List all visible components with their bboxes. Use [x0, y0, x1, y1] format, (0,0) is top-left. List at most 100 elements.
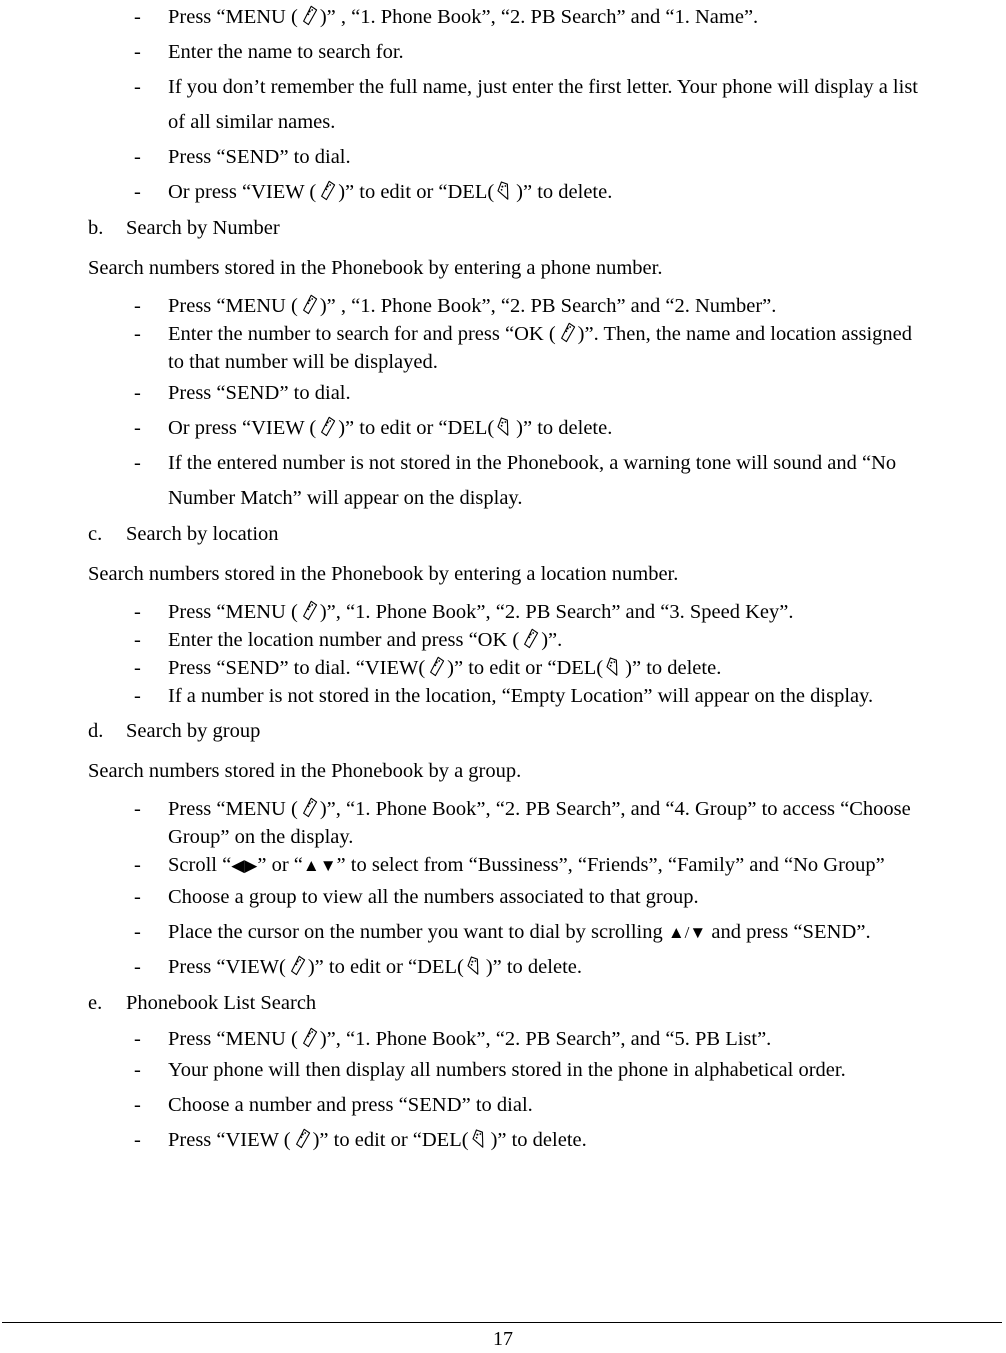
up-down-arrows-icon: ▲▼: [302, 856, 337, 875]
list-item-label: Press “MENU ( )” , “1. Phone Book”, “2. P…: [168, 0, 928, 35]
text-fragment: Or press “VIEW (: [168, 181, 317, 203]
send-key-label: SEND: [407, 1094, 462, 1116]
list-item-label: Press “VIEW ( )” to edit or “DEL( )” to de…: [168, 1123, 928, 1158]
text-fragment: )”.: [541, 629, 563, 651]
text-fragment: Press “MENU (: [168, 1028, 298, 1050]
list-item: - Choose a group to view all the numbers…: [88, 880, 928, 915]
menu-key-icon: [299, 1027, 319, 1051]
del-key-icon: [495, 416, 515, 440]
page-number: 17: [493, 1328, 513, 1350]
send-key-label: SEND: [225, 382, 280, 404]
list-bullet: -: [134, 6, 141, 28]
list-item-label: Choose a group to view all the numbers a…: [168, 886, 699, 908]
list-item: - Your phone will then display all numbe…: [88, 1053, 928, 1088]
text-fragment: )” , “1. Phone Book”, “2. PB Search” and…: [319, 6, 759, 28]
list-item: - If a number is not stored in the locat…: [88, 682, 928, 710]
list-item: - Press “MENU ()”, “1. Phone Book”, “2. …: [88, 598, 928, 626]
view-key-icon: [426, 656, 446, 680]
left-right-arrows-icon: ◀▶: [231, 856, 258, 875]
text-fragment: Press “MENU (: [168, 6, 298, 28]
text-fragment: Press “VIEW (: [168, 1129, 291, 1151]
del-key-icon: [470, 1128, 490, 1152]
text-fragment: )” to delete.: [625, 657, 722, 679]
text-fragment: )” to edit or “DEL(: [307, 956, 464, 978]
list-item: - Scroll “◀▶” or “▲▼” to select from “Bu…: [88, 851, 928, 880]
section-heading-c: c. Search by location: [88, 519, 928, 550]
send-key-label: SEND: [225, 657, 280, 679]
list-bullet: -: [134, 76, 141, 98]
text-fragment: )” to edit or “DEL(: [447, 657, 604, 679]
list-item: - Press “MENU ( )”, “1. Phone Book”, “2. …: [88, 1025, 928, 1053]
view-key-icon: [317, 416, 337, 440]
list-item: - Or press “VIEW ()” to edit or “DEL()” …: [88, 175, 928, 210]
section-title: Search by group: [126, 720, 261, 742]
page-content: - Press “MENU ( )” , “1. Phone Book”, “2.…: [88, 0, 928, 1158]
text-fragment: Choose a number and press “: [168, 1094, 408, 1116]
list-item-label: Press “SEND” to dial.: [168, 140, 928, 175]
text-fragment: ”.: [856, 921, 871, 943]
text-fragment: Enter the number to search for and press…: [168, 323, 556, 345]
menu-key-icon: [299, 294, 319, 318]
del-key-icon: [604, 656, 624, 680]
text-fragment: Press “: [168, 382, 226, 404]
list-item: - Press “MENU ()”, “1. Phone Book”, “2. …: [88, 795, 928, 851]
list-bullet: -: [134, 798, 141, 820]
list-item-label: If a number is not stored in the locatio…: [168, 685, 874, 707]
list-bullet: -: [134, 41, 141, 63]
list-item: - Press “SEND” to dial.: [88, 140, 928, 175]
list-item: - Choose a number and press “SEND” to di…: [88, 1088, 928, 1123]
section-letter: c.: [88, 523, 103, 545]
list-item-label: Press “MENU ()” , “1. Phone Book”, “2. P…: [168, 292, 928, 320]
list-bullet: -: [134, 1028, 141, 1050]
send-key-label: SEND: [802, 921, 857, 943]
section-letter: d.: [88, 720, 104, 742]
text-fragment: )” to delete.: [516, 181, 613, 203]
list-item: - If the entered number is not stored in…: [88, 446, 928, 516]
list-item-label: Choose a number and press “SEND” to dial…: [168, 1088, 928, 1123]
list-item-label: Press “VIEW()” to edit or “DEL()” to del…: [168, 950, 928, 985]
text-fragment: )” to delete.: [485, 956, 582, 978]
section-letter: e.: [88, 992, 103, 1014]
section-title: Phonebook List Search: [126, 992, 317, 1014]
list-item-label: Press “MENU ( )”, “1. Phone Book”, “2. PB…: [168, 1025, 928, 1053]
list-item: - Press “VIEW()” to edit or “DEL()” to d…: [88, 950, 928, 985]
list-bullet: -: [134, 921, 141, 943]
section-intro: Search numbers stored in the Phonebook b…: [88, 563, 679, 585]
ok-key-icon: [520, 628, 540, 652]
section-letter: b.: [88, 217, 104, 239]
manual-page: - Press “MENU ( )” , “1. Phone Book”, “2.…: [0, 0, 1006, 1353]
text-fragment: Enter the location number and press “OK …: [168, 629, 520, 651]
list-item: - Enter the name to search for.: [88, 35, 928, 70]
text-fragment: Scroll “: [168, 854, 232, 876]
list-item-label: If you don’t remember the full name, jus…: [168, 76, 919, 133]
text-fragment: )” to edit or “DEL(: [312, 1129, 469, 1151]
text-fragment: )” to delete.: [490, 1129, 587, 1151]
text-fragment: ” or “: [257, 854, 303, 876]
list-item: - Enter the location number and press “O…: [88, 626, 928, 654]
text-fragment: Press “MENU (: [168, 601, 298, 623]
section-title: Search by location: [126, 523, 279, 545]
list-item-label: Press “SEND” to dial.: [168, 376, 928, 411]
list-item: - Press “SEND” to dial.: [88, 376, 928, 411]
list-item-label: Press “MENU ()”, “1. Phone Book”, “2. PB…: [168, 795, 928, 851]
text-fragment: ” to select from “Bussiness”, “Friends”,…: [336, 854, 885, 876]
list-item-label: Press “SEND” to dial. “VIEW()” to edit o…: [168, 654, 928, 682]
list-bullet: -: [134, 323, 141, 345]
list-bullet: -: [134, 1129, 141, 1151]
list-item: - Place the cursor on the number you wan…: [88, 915, 928, 950]
list-bullet: -: [134, 1059, 141, 1081]
list-item-label: Or press “VIEW ()” to edit or “DEL()” to…: [168, 411, 928, 446]
list-bullet: -: [134, 886, 141, 908]
list-item-label: If the entered number is not stored in t…: [168, 452, 897, 509]
text-fragment: )”, “1. Phone Book”, “2. PB Search”, and…: [319, 1028, 772, 1050]
text-fragment: )” to delete.: [516, 417, 613, 439]
list-item-label: Or press “VIEW ( )” to edit or “DEL( )” to…: [168, 175, 928, 210]
list-bullet: -: [134, 417, 141, 439]
list-bullet: -: [134, 146, 141, 168]
view-key-icon: [317, 180, 337, 204]
text-fragment: )” to edit or “DEL(: [338, 181, 495, 203]
section-heading-b: b. Search by Number: [88, 213, 928, 244]
text-fragment: Press “: [168, 657, 226, 679]
section-heading-e: e. Phonebook List Search: [88, 988, 928, 1019]
list-bullet: -: [134, 1094, 141, 1116]
